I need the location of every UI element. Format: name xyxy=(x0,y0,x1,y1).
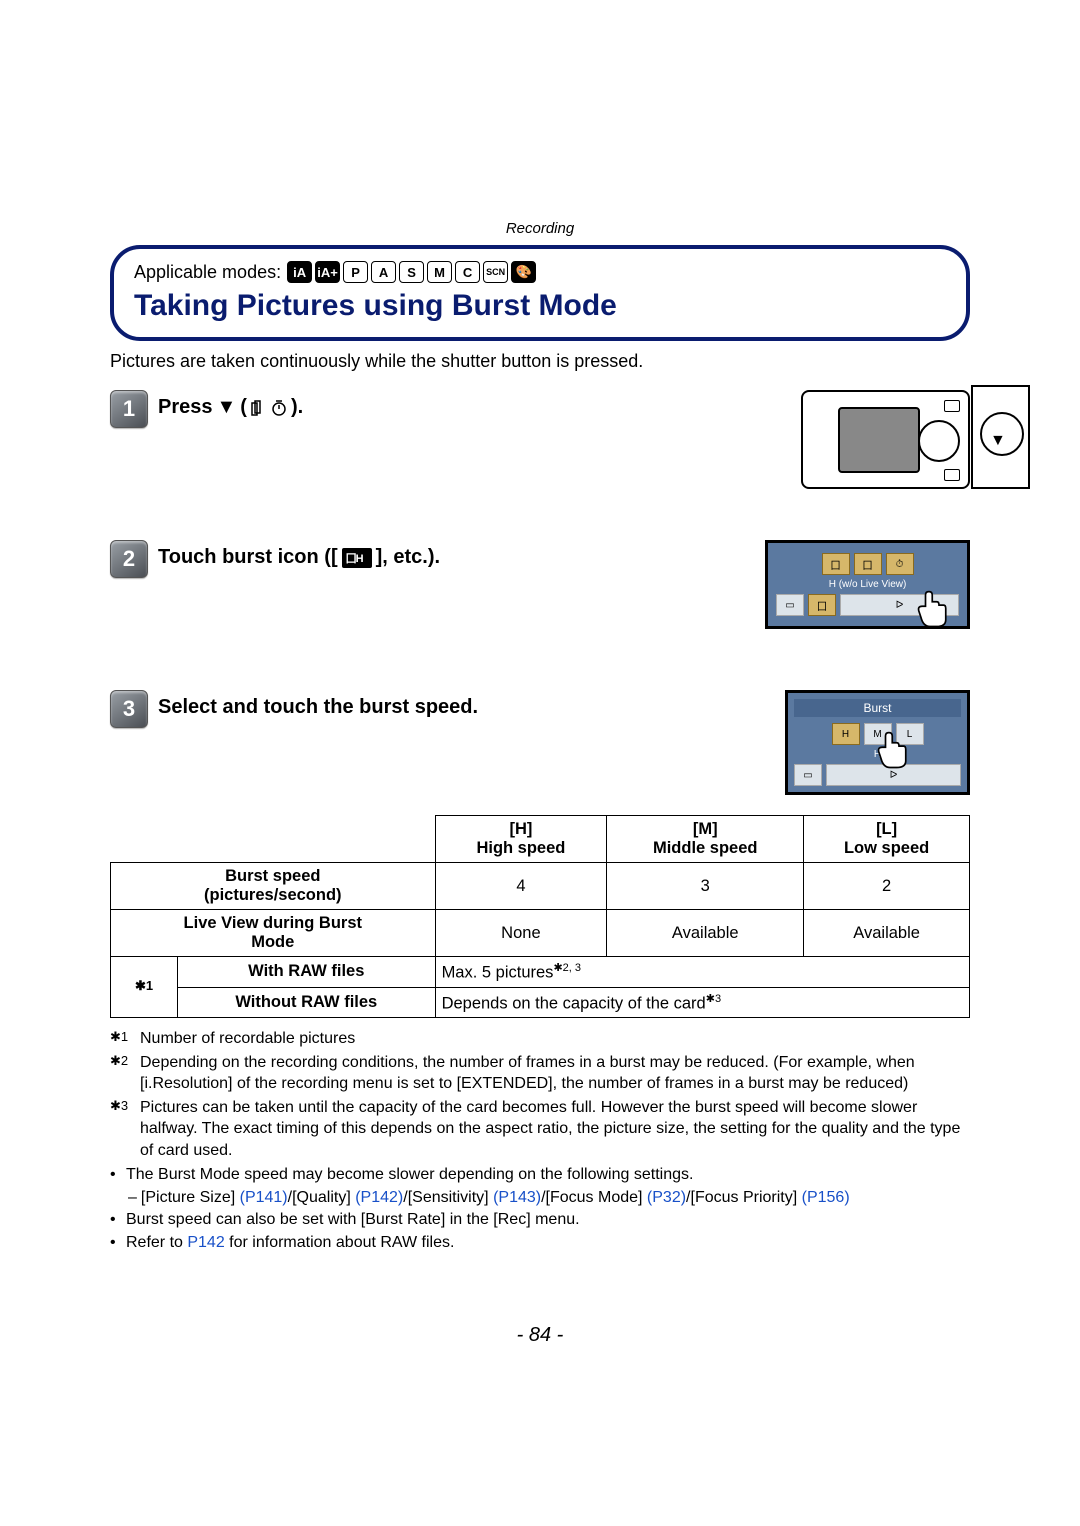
mode-icon-ia: iA xyxy=(287,261,312,283)
lcd-btn-small: ▭ xyxy=(794,764,822,786)
bullet-1-sub: – [Picture Size] (P141)/[Quality] (P142)… xyxy=(110,1187,970,1209)
bullet-2: • Burst speed can also be set with [Burs… xyxy=(110,1209,970,1231)
mode-icon-s: S xyxy=(399,261,424,283)
mode-icons-group: iA iA+ P A S M C SCN 🎨 xyxy=(287,261,536,283)
step-3-text: Select and touch the burst speed. xyxy=(158,690,478,719)
page-ref-p142b[interactable]: P142 xyxy=(187,1234,224,1251)
cell-m-lv: Available xyxy=(607,910,804,957)
page-title: Taking Pictures using Burst Mode xyxy=(134,289,946,323)
down-arrow-icon: ▼ xyxy=(217,396,237,419)
page-ref-p32[interactable]: (P32) xyxy=(647,1189,686,1206)
page-ref-p142[interactable]: (P142) xyxy=(355,1189,403,1206)
burst-timer-icon xyxy=(251,400,287,416)
title-frame: Applicable modes: iA iA+ P A S M C SCN 🎨… xyxy=(110,245,970,341)
lcd-btn: ⏱ xyxy=(886,553,914,575)
cell-with-raw: Max. 5 pictures✱2, 3 xyxy=(435,957,969,988)
burst-speed-table: [H] High speed [M] Middle speed [L] Low … xyxy=(110,815,970,1018)
cell-m-speed: 3 xyxy=(607,863,804,910)
intro-text: Pictures are taken continuously while th… xyxy=(110,351,970,372)
camera-back-illustration xyxy=(801,390,970,489)
bullet-1: • The Burst Mode speed may become slower… xyxy=(110,1164,970,1186)
row-live-view: Live View during Burst Mode xyxy=(111,910,436,957)
lcd-header: Burst xyxy=(794,699,961,717)
mode-icon-ia-plus: iA+ xyxy=(315,261,340,283)
section-header: Recording xyxy=(110,220,970,237)
row-without-raw: Without RAW files xyxy=(178,987,436,1018)
mode-icon-m: M xyxy=(427,261,452,283)
cell-h-lv: None xyxy=(435,910,607,957)
step-1-image: ▼ xyxy=(730,390,970,489)
applicable-modes-label: Applicable modes: xyxy=(134,262,281,283)
lcd-btn-small: ▭ xyxy=(776,594,804,616)
mode-icon-creative: 🎨 xyxy=(511,261,536,283)
col-h-header: [H] High speed xyxy=(435,816,607,863)
step-1-badge: 1 xyxy=(110,390,148,428)
step-3-image: Burst H M L H ▭ ᐅ xyxy=(730,690,970,795)
footnotes: ✱1 Number of recordable pictures ✱2 Depe… xyxy=(110,1028,970,1254)
lcd-btn: 囗 xyxy=(854,553,882,575)
cell-without-raw: Depends on the capacity of the card✱3 xyxy=(435,987,969,1018)
hand-pointer-icon xyxy=(872,727,917,772)
cell-l-speed: 2 xyxy=(804,863,970,910)
hand-pointer-icon xyxy=(912,586,957,631)
page-ref-p156[interactable]: (P156) xyxy=(802,1189,850,1206)
row-with-raw: With RAW files xyxy=(178,957,436,988)
lcd-btn-h: H xyxy=(832,723,860,745)
step-3-row: 3 Select and touch the burst speed. Burs… xyxy=(110,690,970,795)
footnote-3: ✱3 Pictures can be taken until the capac… xyxy=(110,1097,970,1162)
lcd-screenshot-2: 囗 囗 ⏱ H (w/o Live View) ▭ 囗 ᐅ xyxy=(765,540,970,629)
mode-icon-a: A xyxy=(371,261,396,283)
manual-page: Recording Applicable modes: iA iA+ P A S… xyxy=(0,0,1080,1526)
row-merge-marker: ✱1 xyxy=(111,957,178,1018)
row-burst-speed: Burst speed (pictures/second) xyxy=(111,863,436,910)
step-1-text: Press ▼ ( ). xyxy=(158,390,303,419)
mode-icon-scn: SCN xyxy=(483,261,508,283)
step-1-row: 1 Press ▼ ( ). xyxy=(110,390,970,520)
applicable-modes-row: Applicable modes: iA iA+ P A S M C SCN 🎨 xyxy=(134,261,946,283)
bullet-3: • Refer to P142 for information about RA… xyxy=(110,1232,970,1254)
step-2-text: Touch burst icon ([ ], etc.). xyxy=(158,540,440,569)
step-2-image: 囗 囗 ⏱ H (w/o Live View) ▭ 囗 ᐅ xyxy=(730,540,970,629)
lcd-btn: 囗 xyxy=(822,553,850,575)
mode-icon-p: P xyxy=(343,261,368,283)
burst-h-icon xyxy=(342,548,372,568)
footnote-2: ✱2 Depending on the recording conditions… xyxy=(110,1052,970,1095)
page-ref-p141[interactable]: (P141) xyxy=(240,1189,288,1206)
step-3-badge: 3 xyxy=(110,690,148,728)
dial-wheel-illustration: ▼ xyxy=(971,385,1030,489)
col-l-header: [L] Low speed xyxy=(804,816,970,863)
page-ref-p143[interactable]: (P143) xyxy=(493,1189,541,1206)
mode-icon-c: C xyxy=(455,261,480,283)
cell-h-speed: 4 xyxy=(435,863,607,910)
step-2-row: 2 Touch burst icon ([ ], etc.). 囗 囗 ⏱ H … xyxy=(110,540,970,670)
lcd-btn-selected: 囗 xyxy=(808,594,836,616)
lcd-screenshot-3: Burst H M L H ▭ ᐅ xyxy=(785,690,970,795)
step-2-badge: 2 xyxy=(110,540,148,578)
footnote-1: ✱1 Number of recordable pictures xyxy=(110,1028,970,1050)
page-number: - 84 - xyxy=(110,1324,970,1347)
col-m-header: [M] Middle speed xyxy=(607,816,804,863)
cell-l-lv: Available xyxy=(804,910,970,957)
